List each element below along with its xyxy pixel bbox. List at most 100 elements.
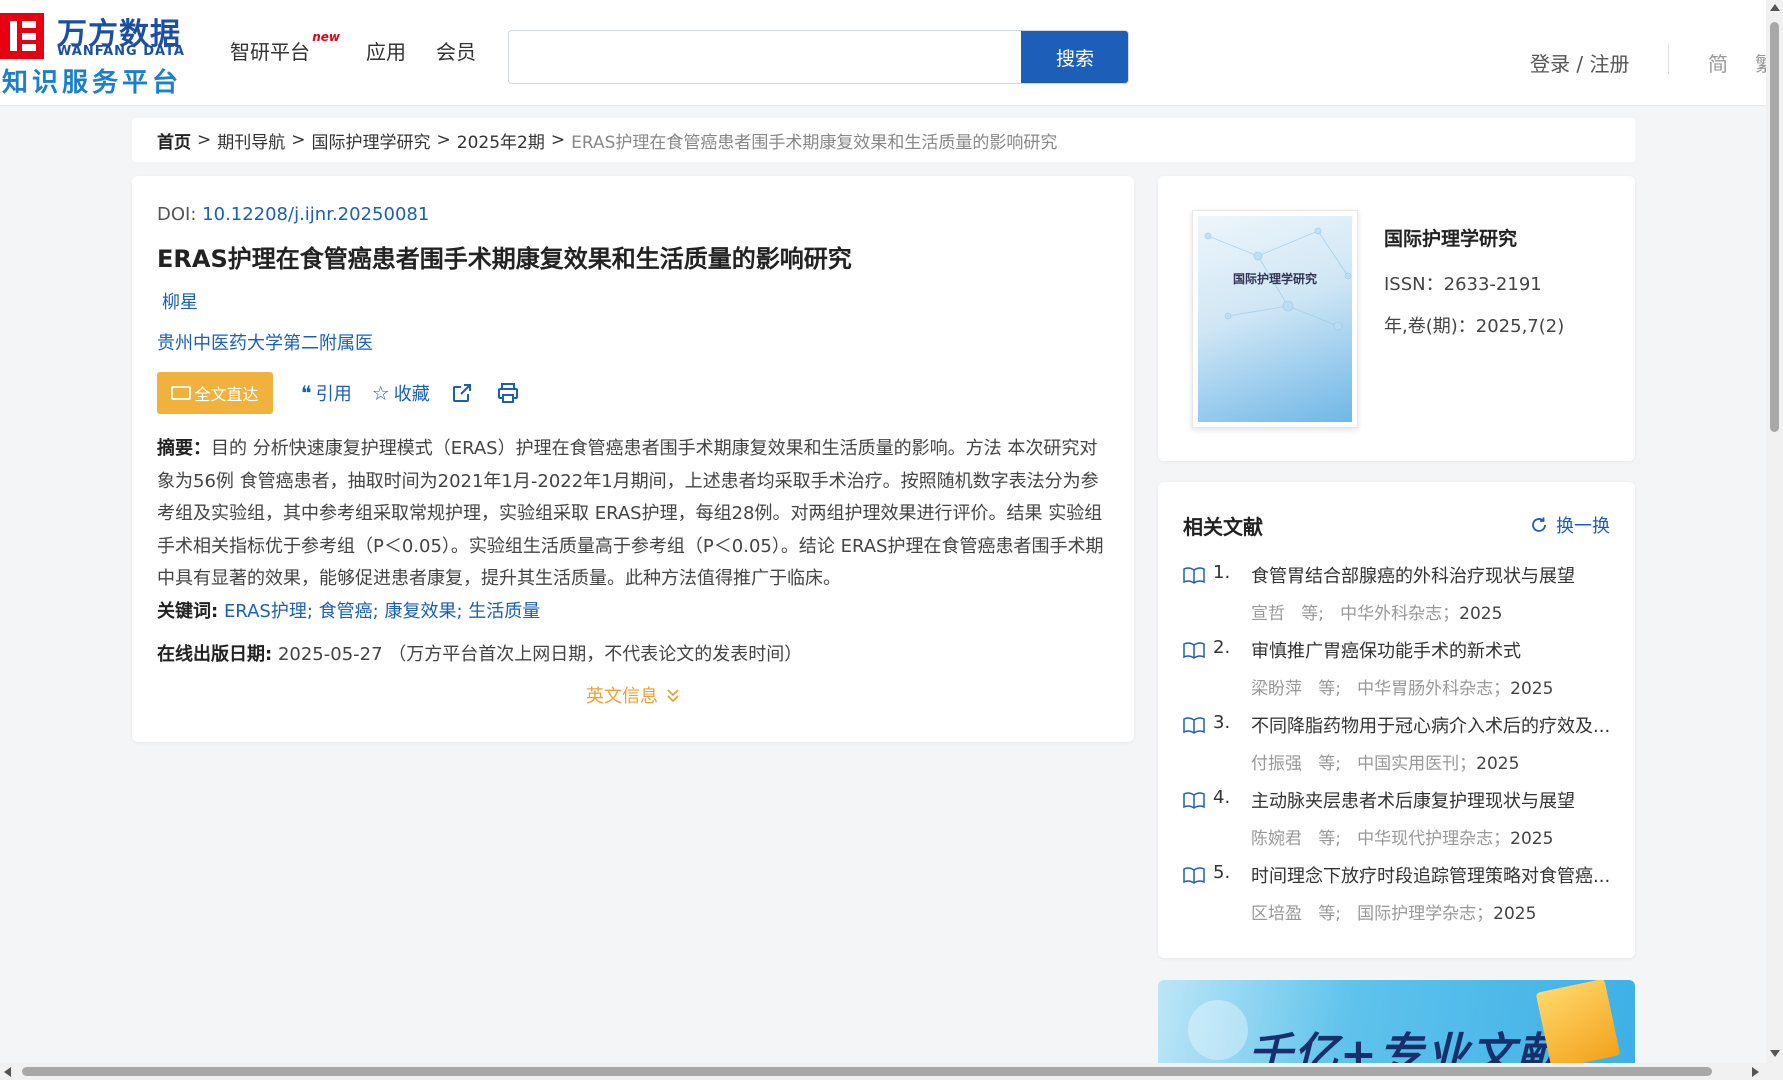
breadcrumb-home[interactable]: 首页 [157,128,191,153]
refresh-icon [1532,517,1546,532]
journal-cover[interactable]: 国际护理学研究 [1192,210,1358,428]
related-title-link[interactable]: 食管胃结合部腺癌的外科治疗现状与展望 [1251,562,1613,588]
promo-banner[interactable]: 千亿+专业文献 [1158,980,1635,1063]
header-divider [1668,44,1669,74]
related-etc: 等; [1318,904,1341,924]
related-title: 相关文献 [1183,515,1263,539]
related-title-link[interactable]: 主动脉夹层患者术后康复护理现状与展望 [1251,787,1613,813]
full-text-button[interactable]: 全文直达 [157,372,273,414]
related-journal[interactable]: 中华胃肠外科杂志； [1357,679,1510,699]
breadcrumb-current: ERAS护理在食管癌患者围手术期康复效果和生活质量的影响研究 [571,132,1058,153]
related-author[interactable]: 陈婉君 [1251,829,1302,849]
lang-simplified-button[interactable]: 简 [1708,48,1728,77]
related-author[interactable]: 梁盼萍 [1251,679,1302,699]
refresh-button[interactable]: 换一换 [1530,512,1610,538]
cover-image: 国际护理学研究 [1198,216,1352,422]
scroll-right-arrow-icon[interactable] [1752,1067,1759,1077]
related-etc: 等; [1318,754,1341,774]
journal-name-link[interactable]: 国际护理学研究 [1384,224,1517,251]
breadcrumb-journal-nav[interactable]: 期刊导航 [217,128,285,153]
star-icon: ☆ [371,381,390,405]
search-button[interactable]: 搜索 [1021,31,1128,83]
banner-text: 千亿+专业文献 [1248,1029,1563,1063]
favorite-button[interactable]: ☆ 收藏 [372,380,430,406]
scroll-left-arrow-icon[interactable] [4,1067,11,1077]
related-author[interactable]: 区培盈 [1251,904,1302,924]
breadcrumb-issue[interactable]: 2025年2期 [457,128,545,153]
breadcrumb-separator: > [436,130,451,150]
share-icon[interactable] [450,381,474,405]
horizontal-scrollbar[interactable] [0,1063,1766,1080]
book-icon [1183,567,1205,584]
document-icon [171,386,192,400]
abstract-label: 摘要： [157,438,211,459]
vertical-scrollbar[interactable] [1766,0,1783,1080]
affiliation-link[interactable]: 贵州中医药大学第二附属医 [157,329,373,355]
quote-icon: ❝ [301,381,312,405]
item-number: 2. [1213,637,1231,658]
breadcrumb-journal[interactable]: 国际护理学研究 [312,128,431,153]
related-etc: 等; [1301,604,1324,624]
scrollbar-thumb[interactable] [1770,22,1779,432]
nav-item-zhiyan[interactable]: 智研平台 new [230,30,340,65]
cite-button[interactable]: ❝ 引用 [301,380,352,406]
related-author[interactable]: 付振强 [1251,754,1302,774]
doi-link[interactable]: 10.12208/j.ijnr.20250081 [202,204,429,225]
issn-value: 2633-2191 [1443,274,1542,295]
item-number: 1. [1213,562,1231,583]
keyword-link[interactable]: ERAS护理 [224,601,307,622]
publication-date: 在线出版日期: 2025-05-27 （万方平台首次上网日期，不代表论文的发表时… [157,640,802,666]
issn-label: ISSN： [1384,274,1444,295]
full-text-label: 全文直达 [194,385,259,404]
nav-item-member[interactable]: 会员 [436,36,476,65]
scroll-down-arrow-icon[interactable] [1770,1050,1780,1057]
banner-decoration [1188,1000,1248,1060]
keyword-link[interactable]: 食管癌 [319,601,373,622]
wanfang-logo[interactable]: 万方数据 WANFANG DATA 知识服务平台 [0,9,195,98]
related-year: 2025 [1476,754,1520,774]
article-actions: 全文直达 ❝ 引用 ☆ 收藏 [157,372,542,414]
related-journal[interactable]: 国际护理学杂志； [1357,904,1493,924]
print-icon[interactable] [496,381,520,405]
related-title-link[interactable]: 不同降脂药物用于冠心病介入术后的疗效及... [1251,712,1613,738]
nav-item-apps[interactable]: 应用 [366,36,406,65]
related-year: 2025 [1510,829,1554,849]
english-info-toggle[interactable]: 英文信息 [586,682,680,708]
list-item: 3. 不同降脂药物用于冠心病介入术后的疗效及... 付振强 等; 中国实用医刊；… [1183,712,1613,787]
related-author[interactable]: 宣哲 [1251,604,1285,624]
book-icon [1183,867,1205,884]
related-journal[interactable]: 中华现代护理杂志； [1357,829,1510,849]
scroll-up-arrow-icon[interactable] [1770,4,1780,11]
search-bar: 搜索 [508,30,1129,84]
cite-label: 引用 [315,384,352,405]
related-journal[interactable]: 中华外科杂志； [1340,604,1459,624]
related-meta: 陈婉君 等; 中华现代护理杂志；2025 [1251,824,1553,849]
related-etc: 等; [1318,829,1341,849]
pubdate-note: （万方平台首次上网日期，不代表论文的发表时间） [388,644,803,665]
item-number: 4. [1213,787,1231,808]
breadcrumb-separator: > [550,130,566,150]
related-title-link[interactable]: 审慎推广胃癌保功能手术的新术式 [1251,637,1613,663]
list-item: 1. 食管胃结合部腺癌的外科治疗现状与展望 宣哲 等; 中华外科杂志；2025 [1183,562,1613,637]
breadcrumb: 首页 > 期刊导航 > 国际护理学研究 > 2025年2期 > ERAS护理在食… [132,118,1635,162]
keywords-label: 关键词: [157,601,219,622]
refresh-label: 换一换 [1556,516,1610,537]
double-chevron-down-icon [667,689,679,703]
related-journal[interactable]: 中国实用医刊； [1357,754,1476,774]
keyword-link[interactable]: 生活质量 [468,601,540,622]
pubdate-label: 在线出版日期: [157,644,273,665]
scrollbar-thumb[interactable] [22,1067,1712,1076]
article-card: DOI: 10.12208/j.ijnr.20250081 ERAS护理在食管癌… [132,176,1134,742]
book-icon [1183,792,1205,809]
related-meta: 梁盼萍 等; 中华胃肠外科杂志；2025 [1251,674,1553,699]
related-list: 1. 食管胃结合部腺癌的外科治疗现状与展望 宣哲 等; 中华外科杂志；2025 … [1183,562,1613,937]
book-icon [1535,980,1621,1063]
related-year: 2025 [1459,604,1503,624]
keyword-link[interactable]: 康复效果 [384,601,456,622]
related-title-link[interactable]: 时间理念下放疗时段追踪管理策略对食管癌... [1251,862,1613,888]
list-item: 4. 主动脉夹层患者术后康复护理现状与展望 陈婉君 等; 中华现代护理杂志；20… [1183,787,1613,862]
list-item: 2. 审慎推广胃癌保功能手术的新术式 梁盼萍 等; 中华胃肠外科杂志；2025 [1183,637,1613,712]
author-link[interactable]: 柳星 [162,288,198,314]
search-input[interactable] [509,31,1020,83]
login-register-link[interactable]: 登录 / 注册 [1530,48,1629,77]
